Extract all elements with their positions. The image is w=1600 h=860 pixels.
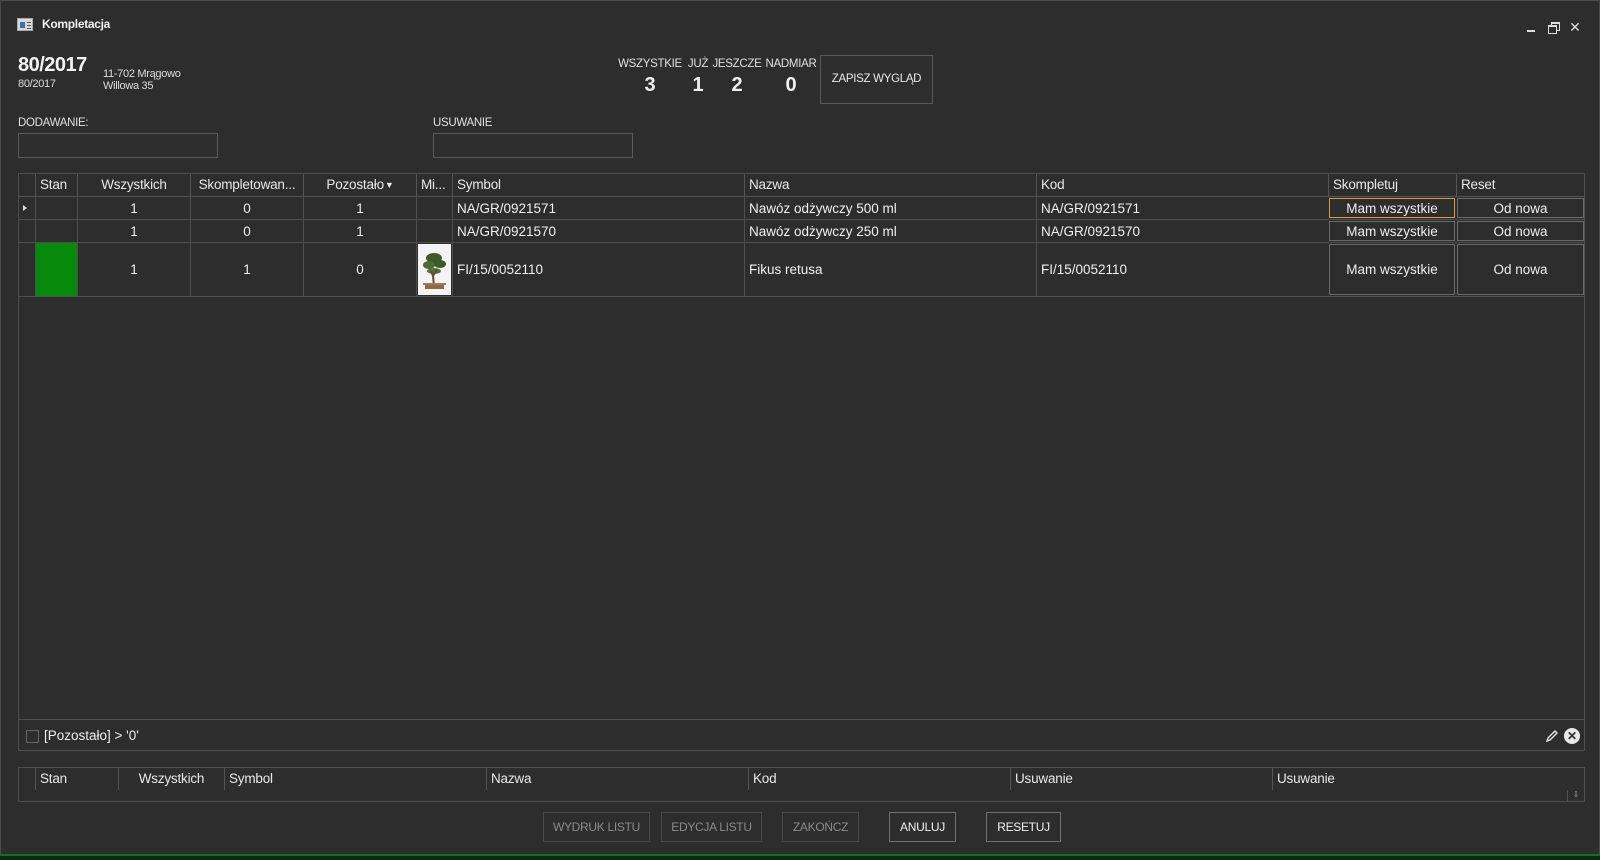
mark-complete-button[interactable]: Mam wszystkie <box>1329 244 1455 295</box>
col-header-usuwanie-1[interactable]: Usuwanie <box>1010 768 1272 790</box>
stat-done-label: JUŻ <box>687 58 709 70</box>
finish-button[interactable]: ZAKOŃCZ <box>782 812 859 842</box>
cell-skompletowane: 0 <box>190 220 303 242</box>
close-icon[interactable]: ✕ <box>1568 20 1582 34</box>
removing-label: USUWANIE <box>433 117 493 129</box>
removing-input[interactable] <box>433 133 633 158</box>
col-header-symbol[interactable]: Symbol <box>224 768 486 790</box>
cell-nazwa: Nawóz odżywczy 250 ml <box>744 220 1036 242</box>
cell-miniatura <box>416 197 452 219</box>
removed-items-grid: Stan Wszystkich Symbol Nazwa Kod Usuwani… <box>18 767 1585 802</box>
mark-complete-button[interactable]: Mam wszystkie <box>1329 198 1455 218</box>
col-header-kod[interactable]: Kod <box>1036 174 1328 197</box>
col-header-kod[interactable]: Kod <box>748 768 1010 790</box>
filter-expression[interactable]: [Pozostało] > '0' <box>44 728 139 743</box>
col-header-stan[interactable]: Stan <box>35 768 118 790</box>
stat-excess: NADMIAR 0 <box>765 58 817 97</box>
grid-header: Stan Wszystkich Skompletowan... Pozostał… <box>19 174 1584 197</box>
stat-all-value: 3 <box>644 74 656 96</box>
adding-input[interactable] <box>18 133 218 158</box>
reset-row-button[interactable]: Od nowa <box>1457 244 1584 295</box>
kompletacja-window: Kompletacja ✕ 80/2017 80/2017 11-702 Mrą… <box>0 0 1600 860</box>
stat-all-label: WSZYSTKIE <box>618 58 682 70</box>
col-header-stan[interactable]: Stan <box>35 174 77 197</box>
col-header-wszystkich[interactable]: Wszystkich <box>77 174 190 197</box>
stat-excess-value: 0 <box>785 74 797 96</box>
address-line-1: 11-702 Mrągowo <box>103 68 181 80</box>
cell-kod: NA/GR/0921571 <box>1036 197 1328 219</box>
adding-label: DODAWANIE: <box>18 117 89 129</box>
cell-skompletowane: 0 <box>190 197 303 219</box>
mark-complete-button[interactable]: Mam wszystkie <box>1329 221 1455 241</box>
col-header-skompletowane[interactable]: Skompletowan... <box>190 174 303 197</box>
reset-row-button[interactable]: Od nowa <box>1457 198 1584 218</box>
cell-wszystkich: 1 <box>77 220 190 242</box>
cell-stan <box>35 220 77 242</box>
stat-remaining-label: JESZCZE <box>712 58 762 70</box>
cell-pozostalo: 1 <box>303 220 416 242</box>
cell-kod: FI/15/0052110 <box>1036 243 1328 296</box>
cancel-button[interactable]: ANULUJ <box>889 812 956 842</box>
current-row-indicator-icon <box>23 205 27 211</box>
cell-skompletowane: 1 <box>190 243 303 296</box>
col-header-reset[interactable]: Reset <box>1456 174 1584 197</box>
app-window-icon <box>17 18 33 31</box>
restore-icon[interactable] <box>1546 20 1560 34</box>
edit-filter-icon[interactable] <box>1544 728 1560 744</box>
cell-pozostalo: 0 <box>303 243 416 296</box>
filter-bar: [Pozostało] > '0' ✕ <box>19 719 1584 750</box>
edit-list-button[interactable]: EDYCJA LISTU <box>661 812 762 842</box>
filter-icon[interactable]: ▼ <box>385 180 394 190</box>
window-title: Kompletacja <box>42 17 111 31</box>
col-header-nazwa[interactable]: Nazwa <box>486 768 748 790</box>
cell-kod: NA/GR/0921570 <box>1036 220 1328 242</box>
col-header-usuwanie-2[interactable]: Usuwanie <box>1272 768 1534 790</box>
address-line-2: Willowa 35 <box>103 80 154 92</box>
table-row[interactable]: 1 1 0 FI/15/0052110 Fikus retusa FI/15/0… <box>19 243 1584 297</box>
cell-symbol: NA/GR/0921571 <box>452 197 744 219</box>
col-header-wszystkich[interactable]: Wszystkich <box>118 768 224 790</box>
col-header-miniatura[interactable]: Mi... <box>416 174 452 197</box>
order-number: 80/2017 <box>18 54 87 76</box>
save-layout-button[interactable]: ZAPISZ WYGLĄD <box>820 55 933 104</box>
reset-row-button[interactable]: Od nowa <box>1457 221 1584 241</box>
cell-miniatura <box>416 220 452 242</box>
cell-wszystkich: 1 <box>77 197 190 219</box>
stat-all: WSZYSTKIE 3 <box>617 58 683 97</box>
items-grid: Stan Wszystkich Skompletowan... Pozostał… <box>18 173 1585 751</box>
product-thumbnail-bonsai <box>418 244 451 295</box>
table-row[interactable]: 1 0 1 NA/GR/0921570 Nawóz odżywczy 250 m… <box>19 220 1584 243</box>
cell-stan-complete <box>35 243 77 296</box>
scroll-down-icon[interactable]: ⇩ <box>1567 790 1584 801</box>
print-list-button[interactable]: WYDRUK LISTU <box>543 812 650 842</box>
col-header-pozostalo-label: Pozostało <box>326 177 384 192</box>
clear-filter-icon[interactable]: ✕ <box>1564 728 1580 744</box>
cell-stan <box>35 197 77 219</box>
title-bar: Kompletacja ✕ <box>1 1 1599 47</box>
stat-remaining-value: 2 <box>731 74 743 96</box>
stat-remaining: JESZCZE 2 <box>712 58 762 97</box>
cell-miniatura <box>416 243 452 296</box>
cell-wszystkich: 1 <box>77 243 190 296</box>
reset-all-button[interactable]: RESETUJ <box>986 812 1061 842</box>
stat-done-value: 1 <box>692 74 704 96</box>
col-header-pozostalo[interactable]: Pozostało▼ <box>303 174 416 197</box>
minimize-icon[interactable] <box>1524 20 1538 34</box>
cell-pozostalo: 1 <box>303 197 416 219</box>
col-header-skompletuj[interactable]: Skompletuj <box>1328 174 1456 197</box>
cell-symbol: NA/GR/0921570 <box>452 220 744 242</box>
col-header-nazwa[interactable]: Nazwa <box>744 174 1036 197</box>
cell-nazwa: Nawóz odżywczy 500 ml <box>744 197 1036 219</box>
stat-done: JUŻ 1 <box>685 58 711 97</box>
col-header-symbol[interactable]: Symbol <box>452 174 744 197</box>
filter-enable-checkbox[interactable] <box>26 730 39 743</box>
taskbar-edge <box>0 854 1600 860</box>
stat-excess-label: NADMIAR <box>765 58 817 70</box>
table-row[interactable]: 1 0 1 NA/GR/0921571 Nawóz odżywczy 500 m… <box>19 197 1584 220</box>
order-subnumber: 80/2017 <box>18 78 56 90</box>
cell-nazwa: Fikus retusa <box>744 243 1036 296</box>
cell-symbol: FI/15/0052110 <box>452 243 744 296</box>
